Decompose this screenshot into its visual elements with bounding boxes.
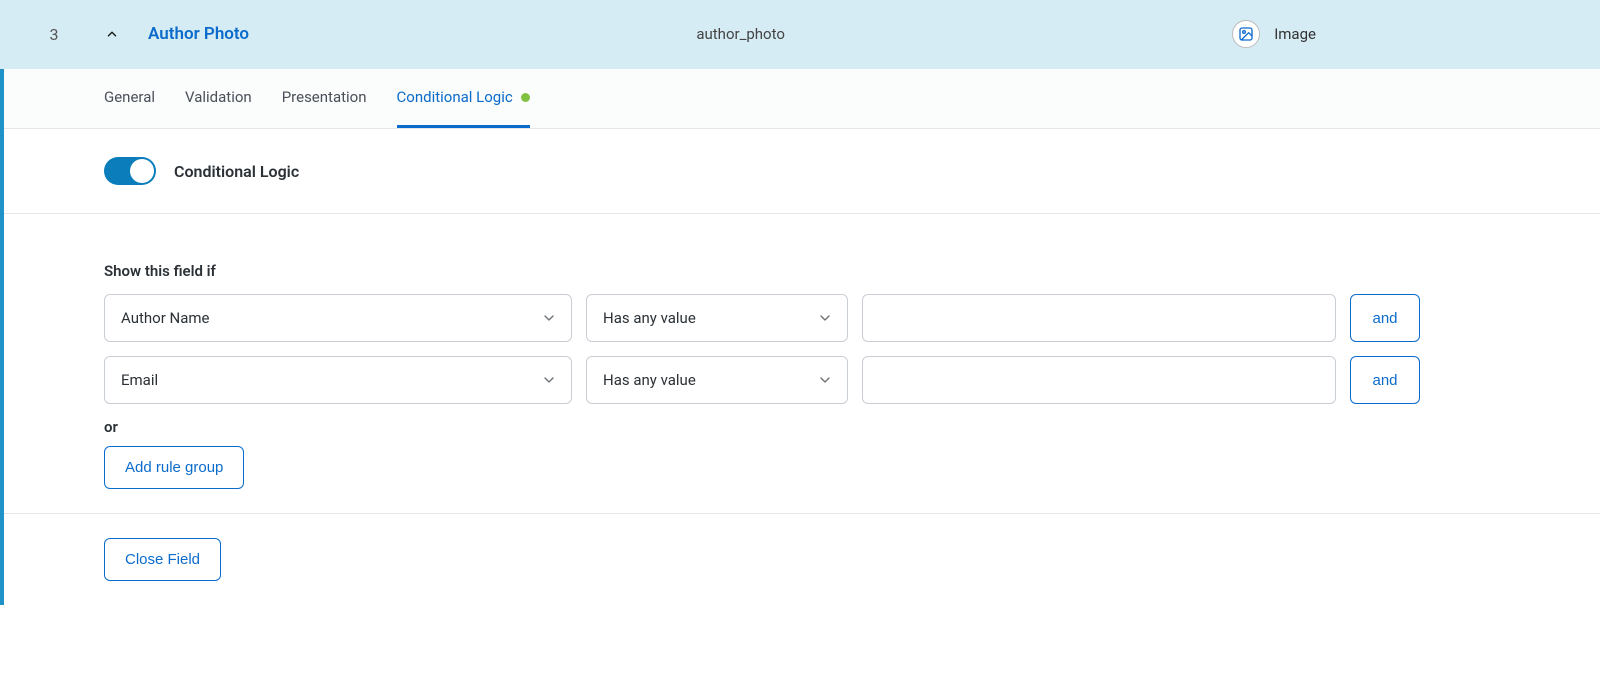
field-title[interactable]: Author Photo [148, 24, 249, 44]
rule-value-input[interactable] [862, 294, 1336, 342]
tab-label: Conditional Logic [397, 88, 513, 106]
footer-row: Close Field [4, 513, 1600, 605]
and-button[interactable]: and [1350, 294, 1420, 342]
rule-row: Email Has any value and [104, 356, 1420, 404]
image-icon [1232, 20, 1260, 48]
rule-operator-select[interactable]: Has any value [586, 294, 848, 342]
tab-label: Validation [185, 88, 252, 106]
rule-field-value: Email [121, 371, 158, 389]
chevron-down-icon [817, 372, 833, 388]
rules-heading: Show this field if [104, 262, 1420, 280]
field-type-label: Image [1274, 25, 1316, 43]
rule-row: Author Name Has any value and [104, 294, 1420, 342]
tab-general[interactable]: General [104, 69, 155, 128]
field-body: General Validation Presentation Conditio… [0, 69, 1600, 605]
rule-operator-value: Has any value [603, 309, 696, 327]
field-editor: 3 Author Photo author_photo Image Genera… [0, 0, 1600, 605]
rule-field-select[interactable]: Author Name [104, 294, 572, 342]
conditional-toggle-row: Conditional Logic [4, 129, 1600, 214]
rule-value-input[interactable] [862, 356, 1336, 404]
collapse-chevron-icon[interactable] [104, 26, 120, 42]
tabs: General Validation Presentation Conditio… [4, 69, 1600, 129]
or-label: or [104, 418, 1420, 436]
chevron-down-icon [541, 310, 557, 326]
toggle-knob [130, 159, 154, 183]
tab-validation[interactable]: Validation [185, 69, 252, 128]
rule-operator-value: Has any value [603, 371, 696, 389]
field-type: Image [1232, 20, 1316, 48]
rule-field-value: Author Name [121, 309, 209, 327]
field-header: 3 Author Photo author_photo Image [0, 0, 1600, 69]
rule-field-select[interactable]: Email [104, 356, 572, 404]
rules-area: Show this field if Author Name Has any v… [4, 214, 1600, 513]
chevron-down-icon [817, 310, 833, 326]
field-order-number: 3 [44, 25, 64, 44]
active-indicator-dot-icon [521, 93, 530, 102]
conditional-logic-toggle[interactable] [104, 157, 156, 185]
conditional-logic-toggle-label: Conditional Logic [174, 162, 299, 181]
chevron-down-icon [541, 372, 557, 388]
close-field-button[interactable]: Close Field [104, 538, 221, 581]
tab-label: General [104, 88, 155, 106]
and-button[interactable]: and [1350, 356, 1420, 404]
tab-label: Presentation [282, 88, 367, 106]
rule-operator-select[interactable]: Has any value [586, 356, 848, 404]
tab-conditional-logic[interactable]: Conditional Logic [397, 69, 530, 128]
add-rule-group-button[interactable]: Add rule group [104, 446, 244, 489]
tab-presentation[interactable]: Presentation [282, 69, 367, 128]
field-slug: author_photo [696, 25, 785, 43]
